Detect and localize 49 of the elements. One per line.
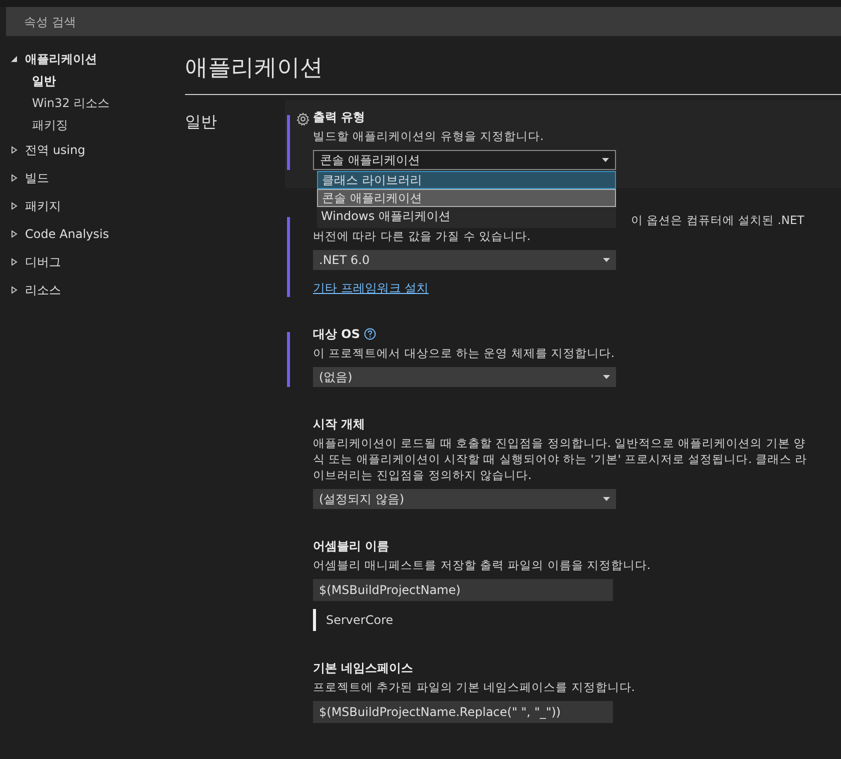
setting-description: 어셈블리 매니페스트를 저장할 출력 파일의 이름을 지정합니다. <box>313 557 652 573</box>
evaluated-value: ServerCore <box>313 609 841 631</box>
text-field[interactable]: $(MSBuildProjectName.Replace(" ", "_")) <box>313 701 613 723</box>
sidebar-subitem[interactable]: 패키징 <box>10 114 170 136</box>
sidebar-subitem[interactable]: 일반 <box>10 70 170 92</box>
sidebar-item[interactable]: 디버그 <box>25 254 61 270</box>
sidebar-subitem[interactable]: Win32 리소스 <box>10 92 170 114</box>
dropdown[interactable]: (설정되지 않음) <box>313 489 616 509</box>
tree-toggle-icon[interactable] <box>10 146 18 154</box>
tree-toggle-icon[interactable] <box>10 55 18 63</box>
setting-description: 프로젝트에 추가된 파일의 기본 네임스페이스를 지정합니다. <box>313 679 636 695</box>
sidebar-item[interactable]: 리소스 <box>25 282 61 298</box>
tree-toggle-icon[interactable] <box>10 230 18 238</box>
search-field[interactable]: 속성 검색 <box>6 7 841 36</box>
sidebar-item[interactable]: 애플리케이션 <box>25 50 97 68</box>
caret-icon <box>603 375 610 379</box>
setting-title: 시작 개체 <box>313 416 366 432</box>
sidebar-item[interactable]: 전역 using <box>25 142 86 158</box>
dropdown[interactable]: (없음) <box>313 367 616 387</box>
text-field[interactable]: $(MSBuildProjectName) <box>313 579 613 601</box>
gear-icon <box>296 112 310 126</box>
tree-toggle-icon[interactable] <box>10 258 18 266</box>
dropdown-option[interactable]: 클래스 라이브러리 <box>317 171 616 189</box>
setting-description: 이 프로젝트에서 대상으로 하는 운영 체제를 지정합니다. <box>313 345 616 361</box>
setting-title: 대상 OS <box>313 326 360 342</box>
install-link[interactable]: 기타 프레임워크 설치 <box>313 281 429 295</box>
dropdown[interactable]: .NET 6.0 <box>313 250 616 270</box>
dropdown-option[interactable]: 콘솔 애플리케이션 <box>317 189 616 207</box>
tree-toggle-icon[interactable] <box>10 174 18 182</box>
setting-title: 출력 유형 <box>313 108 366 126</box>
caret-icon <box>603 258 610 262</box>
dropdown[interactable]: 콘솔 애플리케이션 <box>313 150 616 170</box>
page-title: 애플리케이션 <box>185 54 324 83</box>
caret-icon <box>603 497 610 501</box>
setting-title: 기본 네임스페이스 <box>313 660 414 676</box>
group-label: 일반 <box>185 111 218 133</box>
setting-title: 어셈블리 이름 <box>313 538 390 554</box>
caret-icon <box>602 158 609 162</box>
sidebar-item[interactable]: Code Analysis <box>25 227 109 241</box>
setting-description: 애플리케이션이 로드될 때 호출할 진입점을 정의합니다. 일반적으로 애플리케이션의 기본 양식 또는 애플리케이션이 시작할 때 실행되어야 하는 '기본' 프로시저로 설정됩니다. 클래스 라이브러리는 진입점을 정의하지 않습니다. <box>313 435 808 483</box>
tree-toggle-icon[interactable] <box>10 202 18 210</box>
help-icon[interactable] <box>364 328 376 340</box>
sidebar-item[interactable]: 패키지 <box>25 198 61 214</box>
setting-description: 빌드할 애플리케이션의 유형을 지정합니다. <box>313 128 545 144</box>
dropdown-option[interactable]: Windows 애플리케이션 <box>317 207 616 225</box>
sidebar-item[interactable]: 빌드 <box>25 170 49 186</box>
tree-toggle-icon[interactable] <box>10 286 18 294</box>
setting-description: 이 옵션은 컴퓨터에 설치된 .NET <box>631 212 804 228</box>
setting-description: 버전에 따라 다른 값을 가질 수 있습니다. <box>313 228 531 244</box>
